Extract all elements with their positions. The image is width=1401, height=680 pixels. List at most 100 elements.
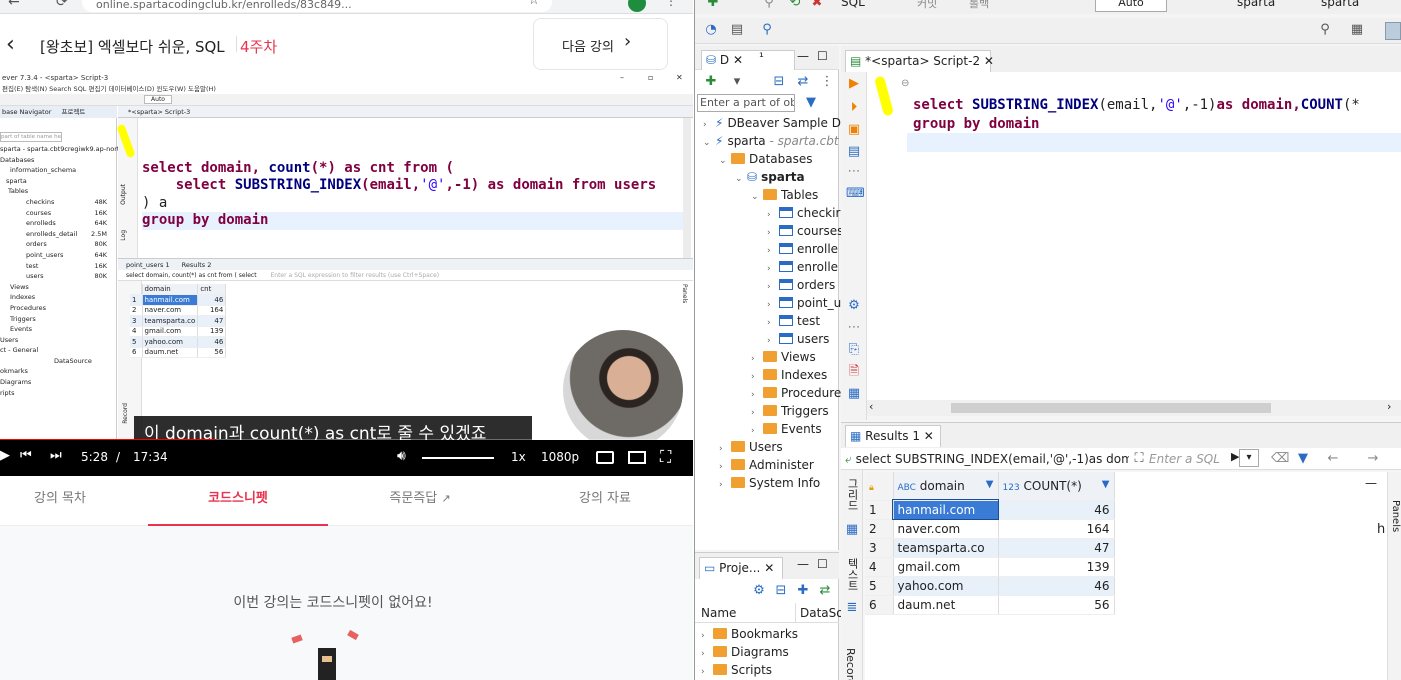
project-item-scripts[interactable]: › Scripts: [701, 661, 772, 679]
tree-item-sparta-connection[interactable]: ⌄ ⚡ sparta - sparta.cbt: [703, 132, 839, 150]
scroll-thumb[interactable]: [951, 403, 1271, 413]
tree-item-system-info[interactable]: › System Info: [719, 474, 820, 492]
execute-script-icon[interactable]: ⏵: [846, 100, 862, 116]
cell-count[interactable]: 46: [998, 576, 1115, 596]
tree-item-table[interactable]: › users: [767, 330, 829, 348]
grid-col-header[interactable]: ABC domain ▼: [893, 472, 999, 501]
chevron-down-icon[interactable]: ⌄: [719, 152, 731, 170]
table-row[interactable]: 6 daum.net 56: [865, 595, 1115, 615]
table-row[interactable]: 5 yahoo.com 46: [865, 576, 1115, 596]
tree-item-table[interactable]: › orders: [767, 276, 835, 294]
results-grid[interactable]: 🔒︎ ABC domain ▼ 123 COUNT(*) ▼ 1 hanmail.com 46…: [865, 472, 1115, 615]
minimize-icon[interactable]: —: [797, 557, 809, 571]
tree-item-sparta-db[interactable]: ⌄ ⛁ sparta: [735, 168, 805, 186]
link-editor-icon[interactable]: ⇄: [795, 74, 811, 90]
tree-item-views[interactable]: › Views: [751, 348, 816, 366]
url-input[interactable]: online.spartacodingclub.kr/enrolleds/83c…: [82, 0, 552, 12]
cell-count[interactable]: 139: [998, 557, 1115, 577]
refresh-icon[interactable]: ⟲: [787, 0, 803, 11]
projects-mini-tab[interactable]: ¹: [759, 50, 764, 64]
more-icon[interactable]: ⋯: [846, 164, 862, 180]
dropdown-icon[interactable]: ▾: [729, 74, 745, 90]
subtitles-icon[interactable]: [596, 451, 614, 464]
dashboard-icon[interactable]: ◔: [703, 22, 719, 38]
execute-new-tab-icon[interactable]: ▣: [846, 122, 862, 138]
tree-item-users[interactable]: › Users: [719, 438, 783, 456]
grid-col-header[interactable]: 123 COUNT(*) ▼: [998, 472, 1115, 501]
volume-slider[interactable]: [422, 457, 494, 459]
scroll-right-icon[interactable]: ›: [1387, 400, 1391, 413]
tree-item-administer[interactable]: › Administer: [719, 456, 814, 474]
perspective-icon[interactable]: ▦: [1349, 22, 1365, 38]
minimize-icon[interactable]: —: [797, 49, 809, 63]
row-number[interactable]: 4: [865, 557, 894, 577]
gear-icon[interactable]: ⚙: [846, 298, 862, 314]
tree-item-sample-db[interactable]: › ⚡ DBeaver Sample Da: [703, 114, 848, 132]
output-icon[interactable]: ▦: [846, 386, 862, 402]
add-icon[interactable]: ✚: [795, 583, 811, 599]
fold-icon[interactable]: ⊖: [901, 78, 909, 89]
row-number[interactable]: 6: [865, 595, 894, 615]
tree-item-triggers[interactable]: › Triggers: [751, 402, 829, 420]
project-item-diagrams[interactable]: › Diagrams: [701, 643, 789, 661]
view-menu-icon[interactable]: ⋮: [819, 74, 835, 90]
chevron-down-icon[interactable]: ⌄: [735, 170, 747, 188]
filter-history-dropdown[interactable]: ▾: [1239, 449, 1259, 467]
tab-lecture-contents[interactable]: 강의 목차: [0, 476, 120, 526]
scroll-left-icon[interactable]: ‹: [869, 400, 873, 413]
bookmark-star-icon[interactable]: ☆: [528, 0, 540, 8]
miniplayer-icon[interactable]: [628, 451, 646, 464]
cell-domain[interactable]: hanmail.com: [892, 499, 999, 520]
close-icon[interactable]: ✕: [733, 53, 743, 67]
tree-item-indexes[interactable]: › Indexes: [751, 366, 827, 384]
next-lecture-button[interactable]: 다음 강의 ›: [533, 18, 668, 70]
rollback-button[interactable]: 롤백: [969, 0, 989, 11]
maximize-icon[interactable]: ☐: [817, 49, 828, 63]
grid-view-toggle[interactable]: 그리드: [844, 478, 860, 511]
close-icon[interactable]: ✕: [924, 429, 934, 443]
connect-icon[interactable]: ⚲: [761, 0, 777, 11]
link-editor-icon[interactable]: ⇄: [817, 583, 833, 599]
panels-toggle[interactable]: Panels: [1390, 500, 1401, 532]
file-icon[interactable]: 🗎: [846, 364, 862, 380]
speed-button[interactable]: 1x: [511, 450, 526, 464]
sql-editor-button[interactable]: SQL: [841, 0, 865, 9]
row-number[interactable]: 2: [865, 519, 894, 539]
cell-count[interactable]: 46: [998, 500, 1115, 520]
back-icon[interactable]: ←: [8, 0, 20, 10]
tree-item-table[interactable]: › enrolle: [767, 240, 838, 258]
record-view-toggle[interactable]: Record: [844, 648, 857, 680]
tree-item-procedure[interactable]: › Procedure: [751, 384, 841, 402]
tree-item-table[interactable]: › test: [767, 312, 820, 330]
database-tasks-icon[interactable]: ▤: [729, 22, 745, 38]
transaction-mode-select[interactable]: Auto: [1095, 0, 1167, 12]
commit-button[interactable]: 커밋: [917, 0, 937, 11]
more-icon[interactable]: ⋯: [846, 320, 862, 336]
tree-item-databases[interactable]: ⌄ Databases: [719, 150, 813, 168]
cell-domain[interactable]: naver.com: [893, 519, 999, 539]
grid-icon[interactable]: ▦: [844, 522, 860, 538]
global-search-icon[interactable]: ⚲: [1317, 22, 1333, 38]
export-icon[interactable]: ⎘: [846, 342, 862, 358]
disconnect-icon[interactable]: ✖: [809, 0, 825, 11]
row-number[interactable]: 1: [865, 500, 894, 520]
chevron-right-icon[interactable]: ›: [719, 476, 731, 494]
grid-minimize-icon[interactable]: —: [1365, 476, 1377, 490]
sort-icon[interactable]: ▼: [1102, 479, 1110, 490]
cell-count[interactable]: 164: [998, 519, 1115, 539]
close-icon[interactable]: ✕: [764, 561, 774, 575]
inner-sql-editor[interactable]: select domain, count(*) as cnt from ( se…: [142, 142, 687, 252]
tab-lecture-materials[interactable]: 강의 자료: [525, 476, 685, 526]
volume-icon[interactable]: 🔊︎: [397, 448, 406, 464]
chevron-down-icon[interactable]: ⌄: [751, 188, 763, 206]
maximize-icon[interactable]: ☐: [817, 557, 828, 571]
execute-icon[interactable]: ▶: [846, 76, 862, 92]
new-connection-icon[interactable]: ✚: [705, 0, 721, 11]
active-datasource-select[interactable]: sparta: [1237, 0, 1275, 9]
cell-count[interactable]: 56: [998, 595, 1115, 615]
collapse-all-icon[interactable]: ⊟: [773, 583, 789, 599]
tree-item-tables[interactable]: ⌄ Tables: [751, 186, 818, 204]
next-icon[interactable]: ⏭: [50, 448, 62, 463]
cell-domain[interactable]: teamsparta.co: [893, 538, 999, 558]
active-schema-select[interactable]: sparta: [1321, 0, 1359, 9]
